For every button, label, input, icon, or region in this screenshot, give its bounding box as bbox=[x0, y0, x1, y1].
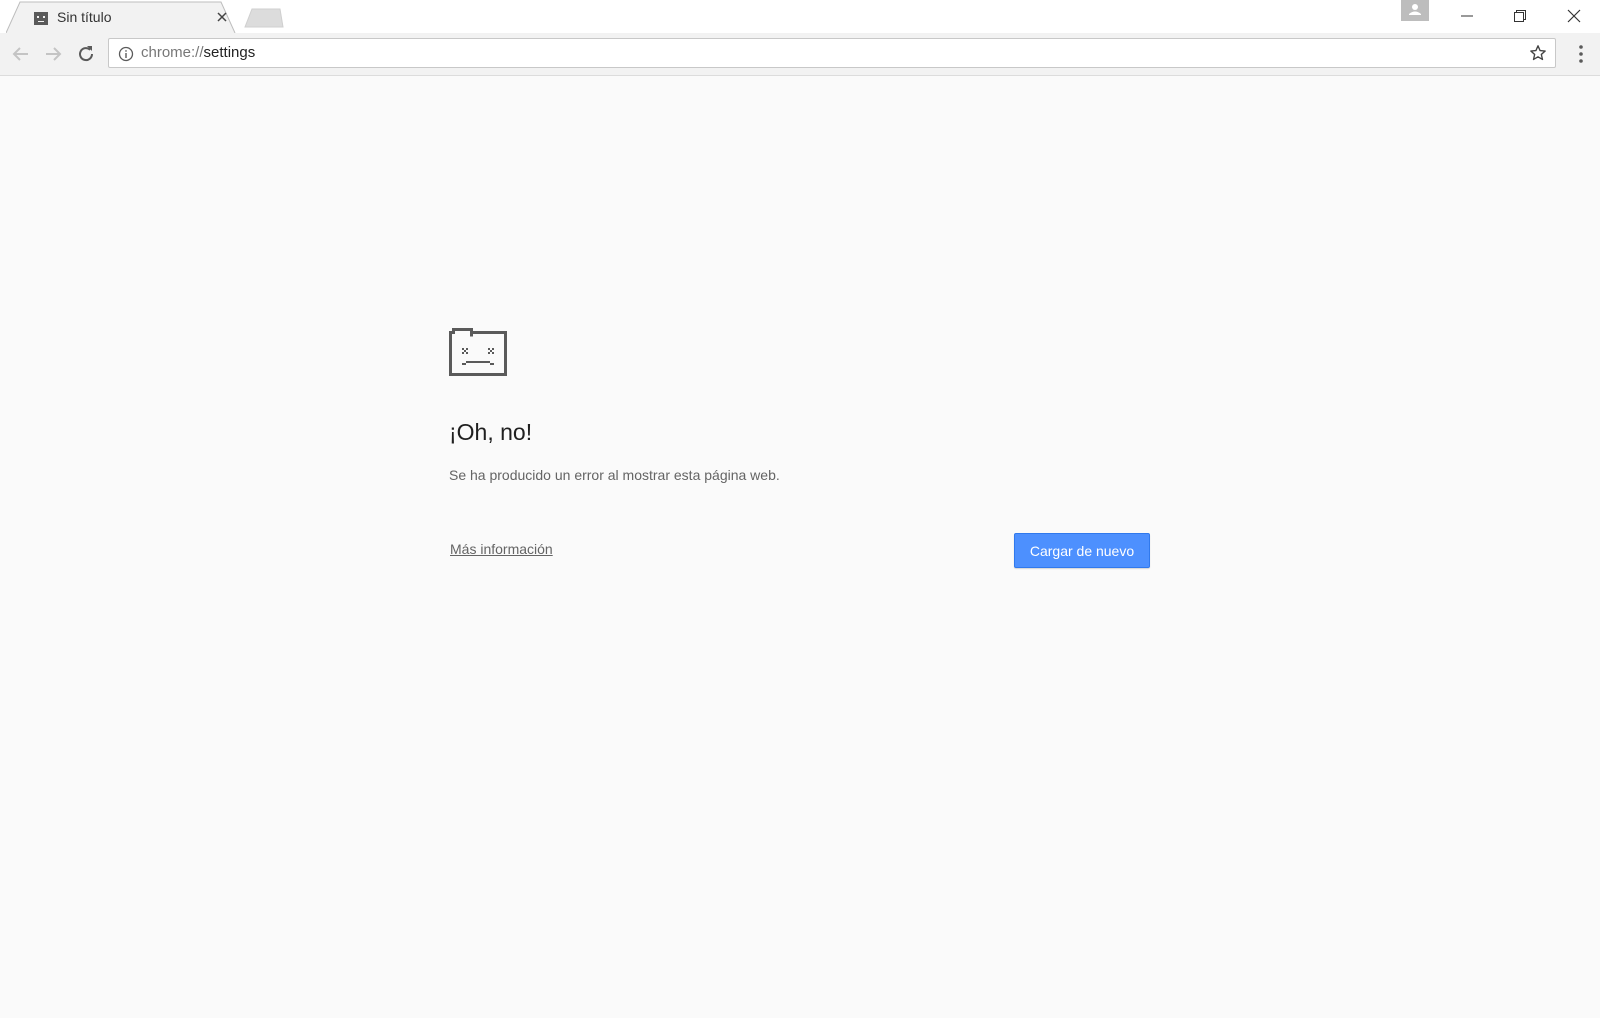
profile-button[interactable] bbox=[1401, 0, 1429, 21]
reload-button[interactable]: Cargar de nuevo bbox=[1014, 533, 1150, 568]
error-message: Se ha producido un error al mostrar esta… bbox=[449, 467, 780, 483]
title-bar: Sin título bbox=[0, 0, 1600, 34]
back-arrow-icon[interactable] bbox=[9, 42, 33, 66]
more-info-link[interactable]: Más información bbox=[450, 541, 553, 557]
minimize-button[interactable] bbox=[1442, 0, 1492, 32]
url-path: settings bbox=[203, 44, 256, 61]
browser-toolbar: chrome://settings bbox=[0, 33, 1600, 76]
url-scheme: chrome:// bbox=[141, 44, 204, 61]
url-text[interactable]: chrome://settings bbox=[141, 39, 1491, 67]
address-bar[interactable]: chrome://settings bbox=[108, 38, 1556, 68]
close-icon[interactable] bbox=[215, 10, 229, 24]
restore-icon bbox=[1514, 10, 1526, 22]
error-page: ¡Oh, no! Se ha producido un error al mos… bbox=[0, 76, 1600, 1018]
sad-folder-icon bbox=[34, 12, 48, 25]
tab-title: Sin título bbox=[57, 9, 112, 25]
star-icon[interactable] bbox=[1529, 44, 1547, 62]
close-window-button[interactable] bbox=[1549, 0, 1599, 32]
info-icon[interactable] bbox=[118, 46, 134, 62]
restore-button[interactable] bbox=[1495, 0, 1545, 32]
kebab-menu-icon[interactable] bbox=[1569, 42, 1593, 66]
close-icon bbox=[1567, 9, 1581, 23]
forward-arrow-icon[interactable] bbox=[41, 42, 65, 66]
error-title: ¡Oh, no! bbox=[449, 419, 533, 445]
reload-icon[interactable] bbox=[74, 42, 98, 66]
profile-icon bbox=[1409, 4, 1421, 15]
sad-folder-icon bbox=[449, 328, 507, 376]
minimize-icon bbox=[1461, 15, 1473, 17]
active-tab[interactable]: Sin título bbox=[6, 1, 236, 33]
new-tab-icon[interactable] bbox=[244, 8, 284, 28]
